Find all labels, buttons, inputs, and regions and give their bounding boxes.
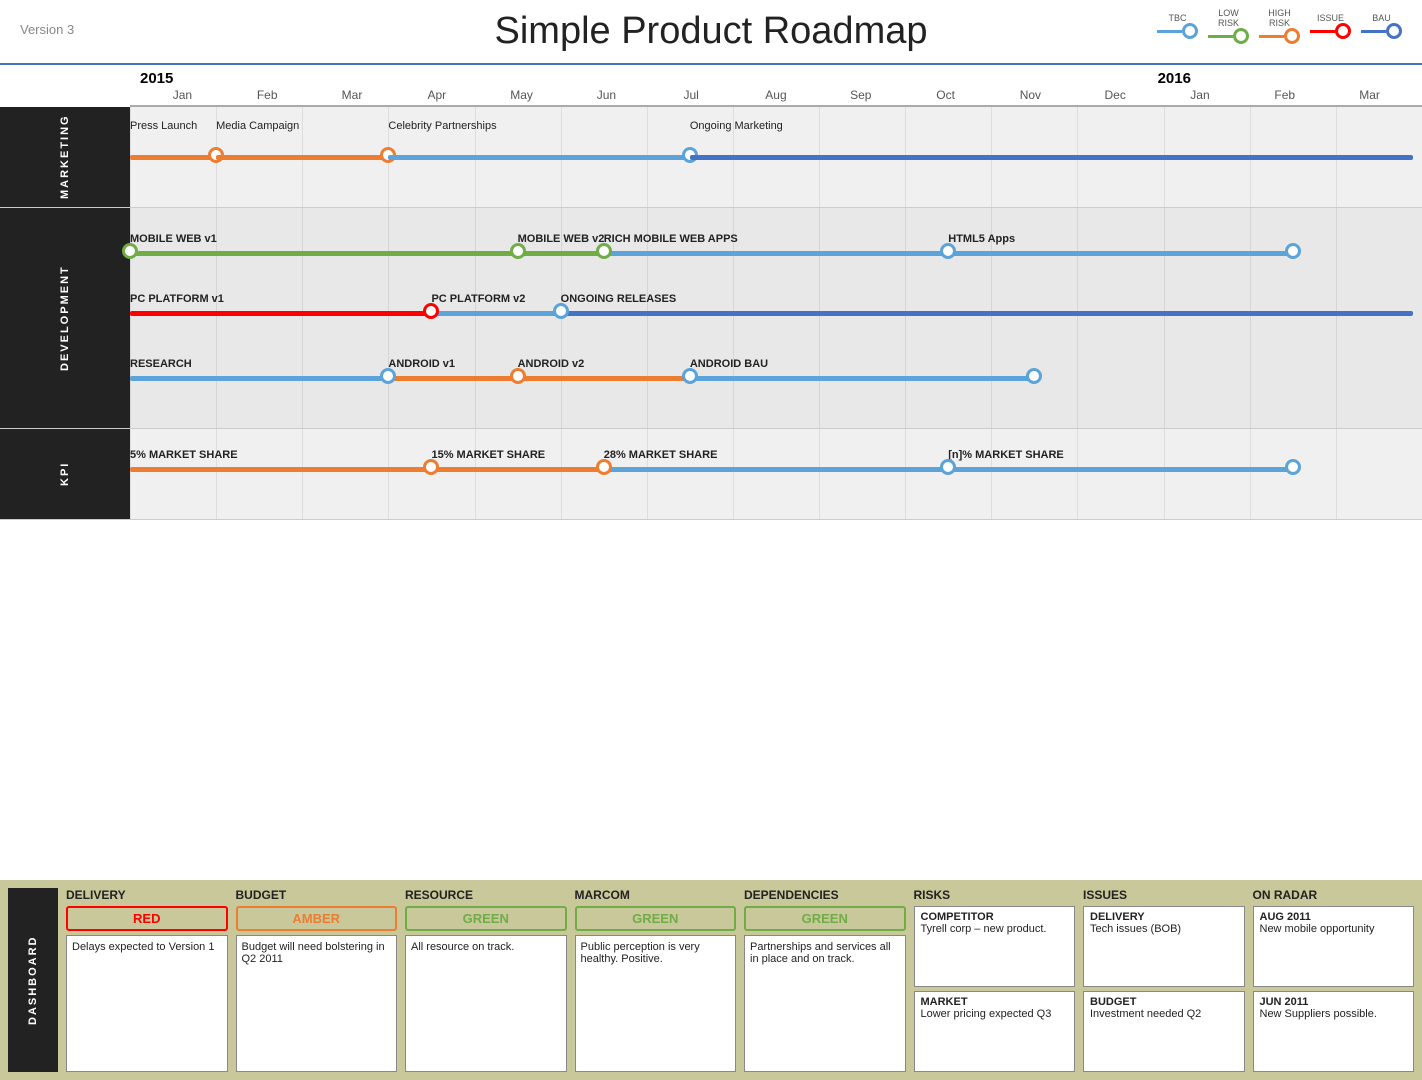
risk-item-5-0: COMPETITORTyrell corp – new product. <box>914 906 1076 987</box>
dash-card-title-3: MARCOM <box>575 888 737 902</box>
dashboard-area: DASHBOARD DELIVERY RED Delays expected to … <box>0 880 1422 1080</box>
section-development: DEVELOPMENTMOBILE WEB v1MOBILE WEB v2HTM… <box>0 208 1422 429</box>
dash-card-title-0: DELIVERY <box>66 888 228 902</box>
dash-badge-2: GREEN <box>405 906 567 931</box>
dash-badge-3: GREEN <box>575 906 737 931</box>
risk-item-6-0: DELIVERYTech issues (BOB) <box>1083 906 1245 987</box>
section-kpi: KPI5% MARKET SHARE15% MARKET SHARE28% MA… <box>0 429 1422 520</box>
month-cell-13: Feb <box>1242 88 1327 102</box>
dash-card-title-7: ON RADAR <box>1253 888 1415 902</box>
month-cell-14: Mar <box>1327 88 1412 102</box>
risk-item-7-0: AUG 2011New mobile opportunity <box>1253 906 1415 987</box>
month-cell-10: Nov <box>988 88 1073 102</box>
legend-issue: ISSUE <box>1310 13 1351 39</box>
dash-card-1: BUDGET AMBER Budget will need bolstering i… <box>236 888 398 1072</box>
risk-item-5-1: MARKETLower pricing expected Q3 <box>914 991 1076 1072</box>
risk-item-6-1: BUDGETInvestment needed Q2 <box>1083 991 1245 1072</box>
dashboard-label: DASHBOARD <box>8 888 58 1072</box>
dash-cards: DELIVERYREDDelays expected to Version 1B… <box>66 888 1414 1072</box>
dash-card-4: DEPENDENCIES GREEN Partnerships and servic… <box>744 888 906 1072</box>
dash-card-title-5: RISKS <box>914 888 1076 902</box>
dash-text-3: Public perception is very healthy. Posit… <box>575 935 737 1072</box>
month-cell-12: Jan <box>1158 88 1243 102</box>
month-cell-4: May <box>479 88 564 102</box>
dash-badge-1: AMBER <box>236 906 398 931</box>
version-label: Version 3 <box>20 22 74 37</box>
dash-card-5: RISKS COMPETITORTyrell corp – new product… <box>914 888 1076 1072</box>
dash-card-3: MARCOM GREEN Public perception is very hea… <box>575 888 737 1072</box>
section-content-marketing: Press LaunchMedia CampaignCelebrity Part… <box>130 107 1422 207</box>
legend-tbc: TBC <box>1157 13 1198 39</box>
section-content-kpi: 5% MARKET SHARE15% MARKET SHARE28% MARKE… <box>130 429 1422 519</box>
legend: TBC LOWRISK HIGHRISK <box>1157 8 1402 44</box>
dash-badge-0: RED <box>66 906 228 931</box>
dash-card-title-4: DEPENDENCIES <box>744 888 906 902</box>
section-label-development: DEVELOPMENT <box>0 208 130 428</box>
dash-card-title-1: BUDGET <box>236 888 398 902</box>
dash-card-7: ON RADAR AUG 2011New mobile opportunityJU… <box>1253 888 1415 1072</box>
section-label-marketing: MARKETING <box>0 107 130 207</box>
legend-bau: BAU <box>1361 13 1402 39</box>
section-content-development: MOBILE WEB v1MOBILE WEB v2HTML5 AppsRICH… <box>130 208 1422 428</box>
month-cell-6: Jul <box>649 88 734 102</box>
section-marketing: MARKETINGPress LaunchMedia CampaignCeleb… <box>0 107 1422 208</box>
legend-low-risk: LOWRISK <box>1208 8 1249 44</box>
month-cell-1: Feb <box>225 88 310 102</box>
dash-card-title-2: RESOURCE <box>405 888 567 902</box>
month-cell-0: Jan <box>140 88 225 102</box>
month-cell-8: Sep <box>818 88 903 102</box>
month-cell-3: Apr <box>394 88 479 102</box>
month-cell-7: Aug <box>734 88 819 102</box>
month-cell-2: Mar <box>310 88 395 102</box>
month-cell-5: Jun <box>564 88 649 102</box>
month-cell-9: Oct <box>903 88 988 102</box>
risk-item-7-1: JUN 2011New Suppliers possible. <box>1253 991 1415 1072</box>
dash-text-4: Partnerships and services all in place a… <box>744 935 906 1072</box>
section-label-kpi: KPI <box>0 429 130 519</box>
dash-card-0: DELIVERY RED Delays expected to Version 1 <box>66 888 228 1072</box>
month-cell-11: Dec <box>1073 88 1158 102</box>
dash-card-title-6: ISSUES <box>1083 888 1245 902</box>
dash-text-0: Delays expected to Version 1 <box>66 935 228 1072</box>
dash-text-2: All resource on track. <box>405 935 567 1072</box>
month-header: JanFebMarAprMayJunJulAugSepOctNovDecJanF… <box>130 70 1422 107</box>
legend-high-risk: HIGHRISK <box>1259 8 1300 44</box>
dash-badge-4: GREEN <box>744 906 906 931</box>
dash-card-2: RESOURCE GREEN All resource on track. <box>405 888 567 1072</box>
dash-card-6: ISSUES DELIVERYTech issues (BOB)BUDGETInv… <box>1083 888 1245 1072</box>
dash-text-1: Budget will need bolstering in Q2 2011 <box>236 935 398 1072</box>
sections-area: MARKETINGPress LaunchMedia CampaignCeleb… <box>0 107 1422 880</box>
header: Version 3 Simple Product Roadmap TBC LOW… <box>0 0 1422 65</box>
